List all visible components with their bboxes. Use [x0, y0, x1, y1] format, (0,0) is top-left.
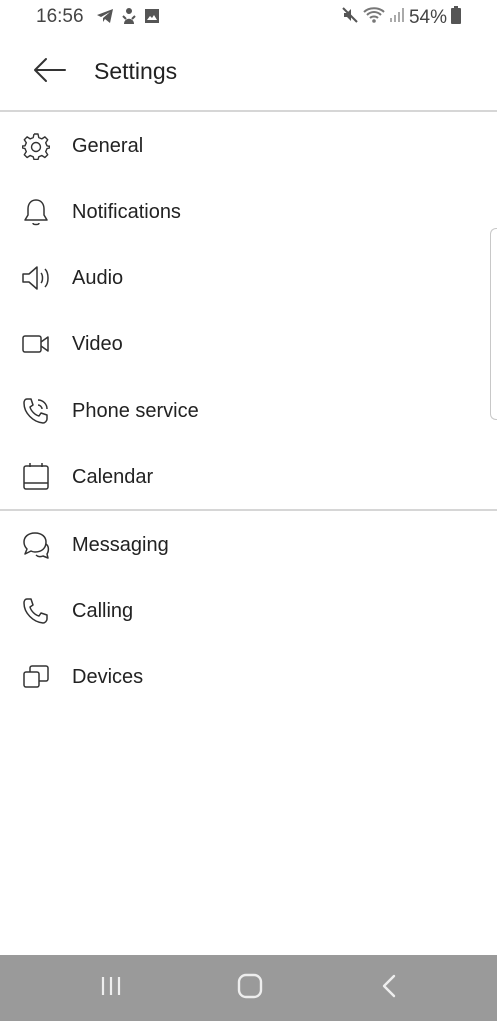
speaker-icon [20, 262, 52, 294]
wifi-icon [363, 6, 385, 29]
status-system-icons: 54% [341, 6, 461, 29]
back-button[interactable] [28, 52, 72, 92]
page-title: Settings [94, 58, 178, 84]
settings-item-label: Audio [72, 266, 124, 289]
settings-item-label: General [72, 134, 144, 157]
recent-apps-icon [99, 975, 123, 1002]
settings-item-label: Calendar [72, 465, 154, 488]
bell-icon [20, 196, 52, 228]
settings-item-audio[interactable]: Audio [0, 245, 497, 311]
telegram-icon [96, 8, 114, 29]
settings-item-calling[interactable]: Calling [0, 578, 497, 644]
gear-icon [20, 130, 52, 162]
video-camera-icon [20, 328, 52, 360]
settings-item-label: Notifications [72, 200, 181, 223]
scroll-indicator[interactable] [490, 228, 497, 420]
back-nav-button[interactable] [369, 972, 409, 1004]
calendar-icon [20, 461, 52, 493]
settings-item-general[interactable]: General [0, 113, 497, 179]
signal-icon [389, 7, 405, 28]
settings-item-video[interactable]: Video [0, 311, 497, 377]
home-button[interactable] [230, 972, 270, 1004]
settings-item-label: Messaging [72, 533, 169, 556]
settings-item-calendar[interactable]: Calendar [0, 444, 497, 510]
mute-icon [341, 6, 359, 29]
recent-apps-button[interactable] [91, 972, 131, 1004]
notification-icon [122, 7, 136, 30]
status-notification-icons [96, 7, 160, 30]
status-bar: 16:56 54% [0, 0, 497, 34]
settings-item-notifications[interactable]: Notifications [0, 179, 497, 245]
phone-icon [20, 595, 52, 627]
devices-icon [20, 661, 52, 693]
arrow-left-icon [33, 57, 67, 88]
settings-item-phone-service[interactable]: Phone service [0, 378, 497, 444]
back-icon [380, 973, 398, 1004]
status-time: 16:56 [36, 6, 84, 27]
group-divider [0, 509, 497, 511]
settings-item-devices[interactable]: Devices [0, 644, 497, 710]
battery-percent: 54% [408, 6, 447, 28]
settings-item-label: Phone service [72, 399, 199, 422]
settings-item-label: Calling [72, 599, 134, 622]
header-divider [0, 110, 497, 112]
battery-icon [451, 6, 461, 29]
phone-service-icon [20, 395, 52, 427]
home-icon [237, 973, 263, 1004]
settings-item-label: Devices [72, 665, 144, 688]
settings-item-label: Video [72, 332, 123, 355]
app-header: Settings [0, 34, 497, 110]
system-nav-bar [0, 955, 497, 1021]
settings-screen: 16:56 54% Settings General Notifications… [0, 0, 497, 1021]
chat-bubbles-icon [20, 529, 52, 561]
settings-item-messaging[interactable]: Messaging [0, 512, 497, 578]
image-icon [144, 8, 160, 29]
